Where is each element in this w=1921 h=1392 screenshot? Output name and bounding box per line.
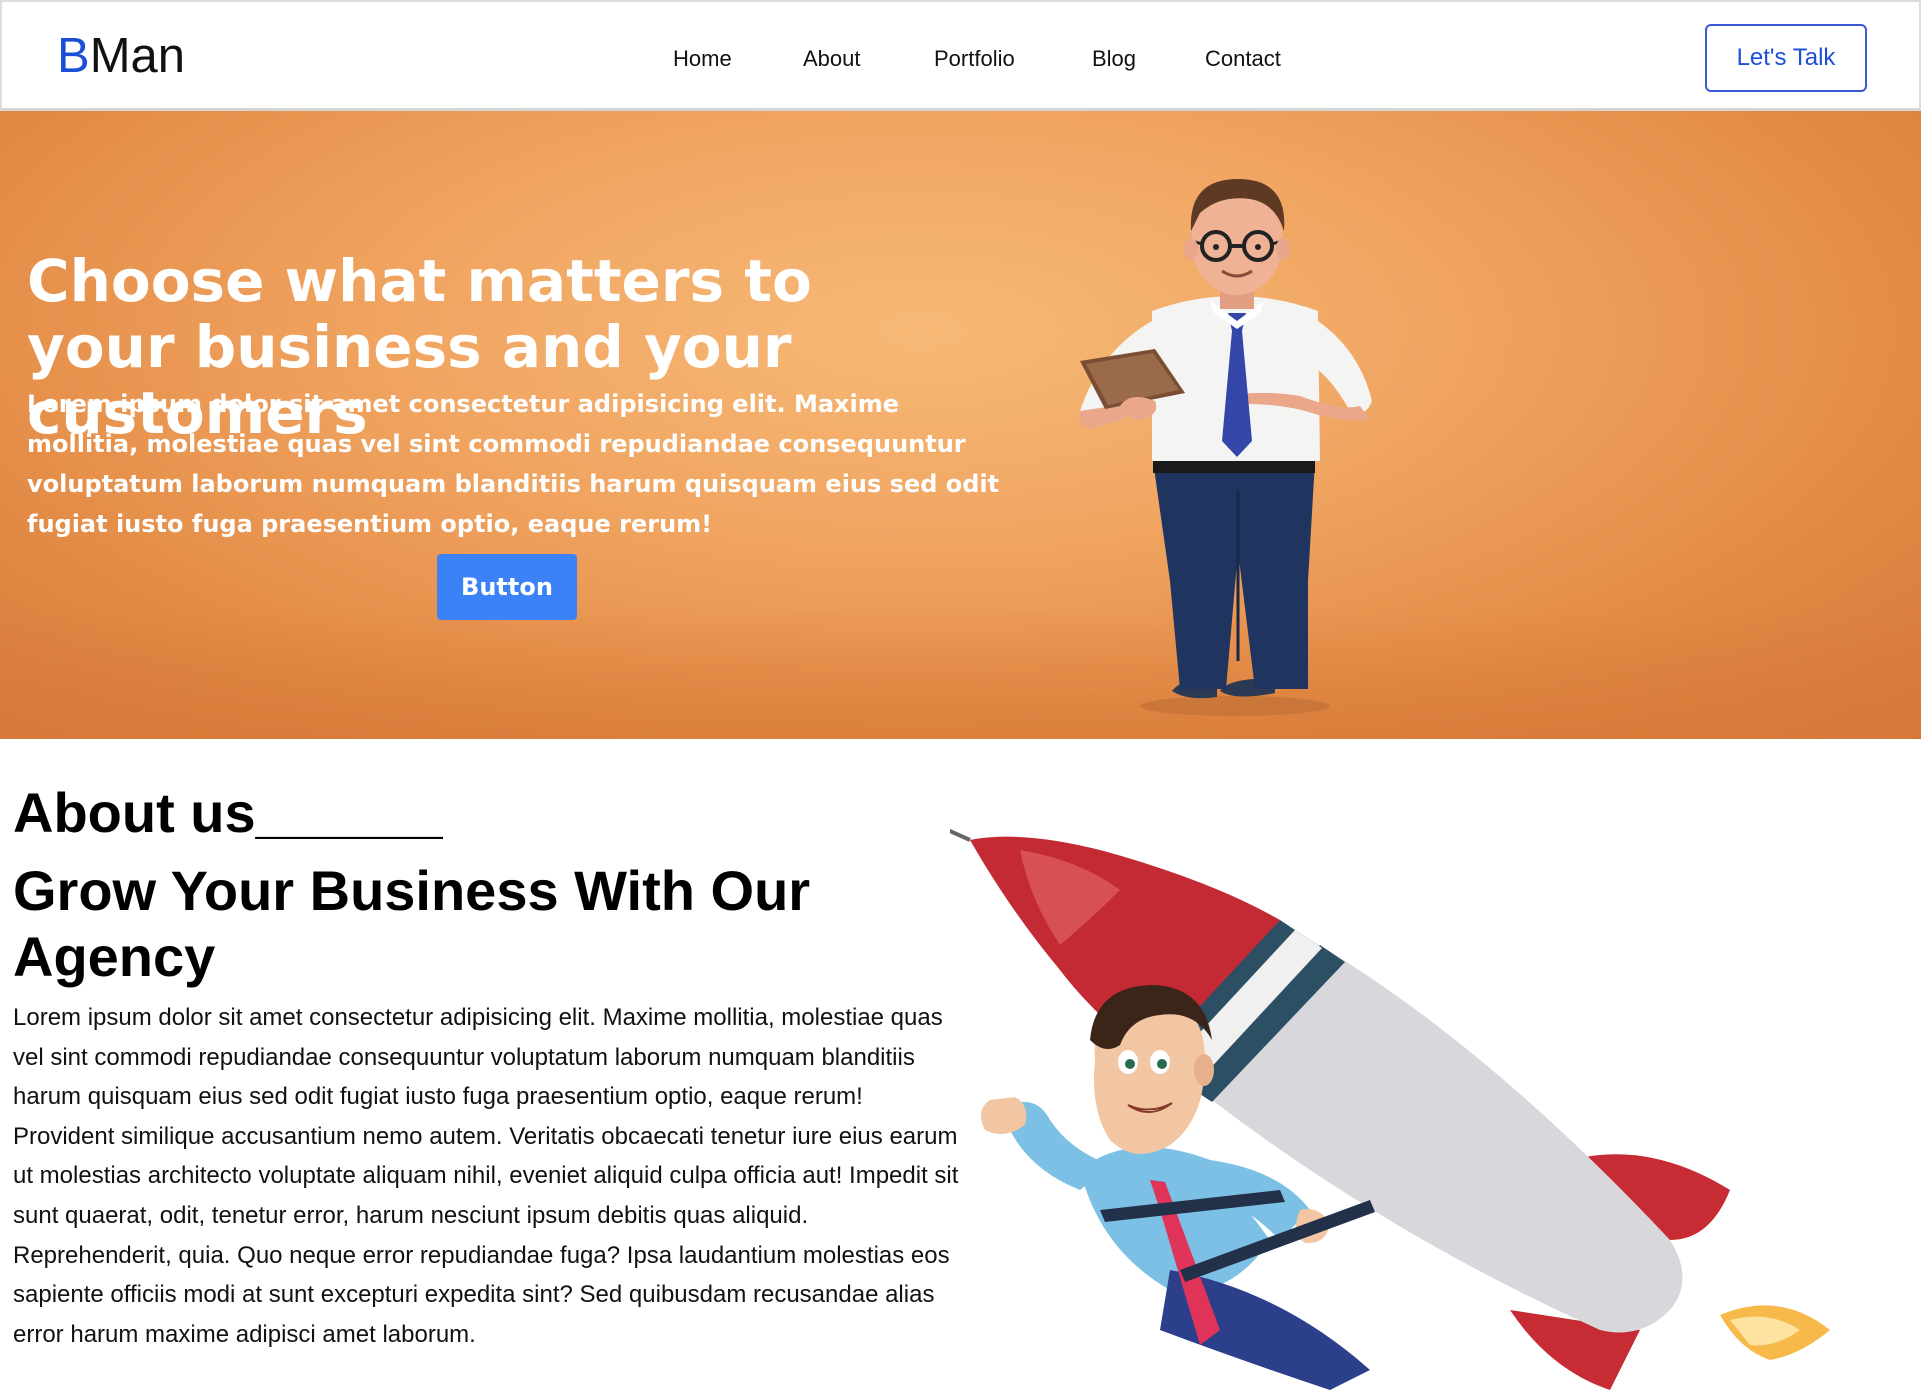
- hero-button[interactable]: Button: [437, 554, 577, 620]
- nav-link-home[interactable]: Home: [673, 46, 732, 72]
- hero-text: Lorem ipsum dolor sit amet consectetur a…: [27, 390, 1000, 538]
- logo-letter-b: B: [57, 29, 90, 83]
- rocket-man-illustration: [950, 828, 1830, 1390]
- nav-link-about[interactable]: About: [803, 46, 861, 72]
- logo-text: Man: [89, 29, 186, 83]
- hero-floor-shading: [0, 609, 1921, 739]
- about-kicker: About us______: [13, 781, 443, 844]
- brand-logo[interactable]: BMan: [57, 28, 185, 84]
- about-text: Lorem ipsum dolor sit amet consectetur a…: [13, 1004, 959, 1348]
- businessman-tablet-illustration: [1078, 179, 1372, 716]
- nav-link-contact[interactable]: Contact: [1205, 46, 1281, 72]
- lets-talk-button[interactable]: Let's Talk: [1705, 24, 1867, 92]
- site-header: BMan Home About Portfolio Blog Contact L…: [0, 0, 1921, 111]
- nav-link-blog[interactable]: Blog: [1092, 46, 1136, 72]
- about-title: Grow Your Business With Our Agency: [13, 859, 811, 988]
- hero-section: Choose what matters to your business and…: [0, 111, 1921, 739]
- nav-link-portfolio[interactable]: Portfolio: [934, 46, 1015, 72]
